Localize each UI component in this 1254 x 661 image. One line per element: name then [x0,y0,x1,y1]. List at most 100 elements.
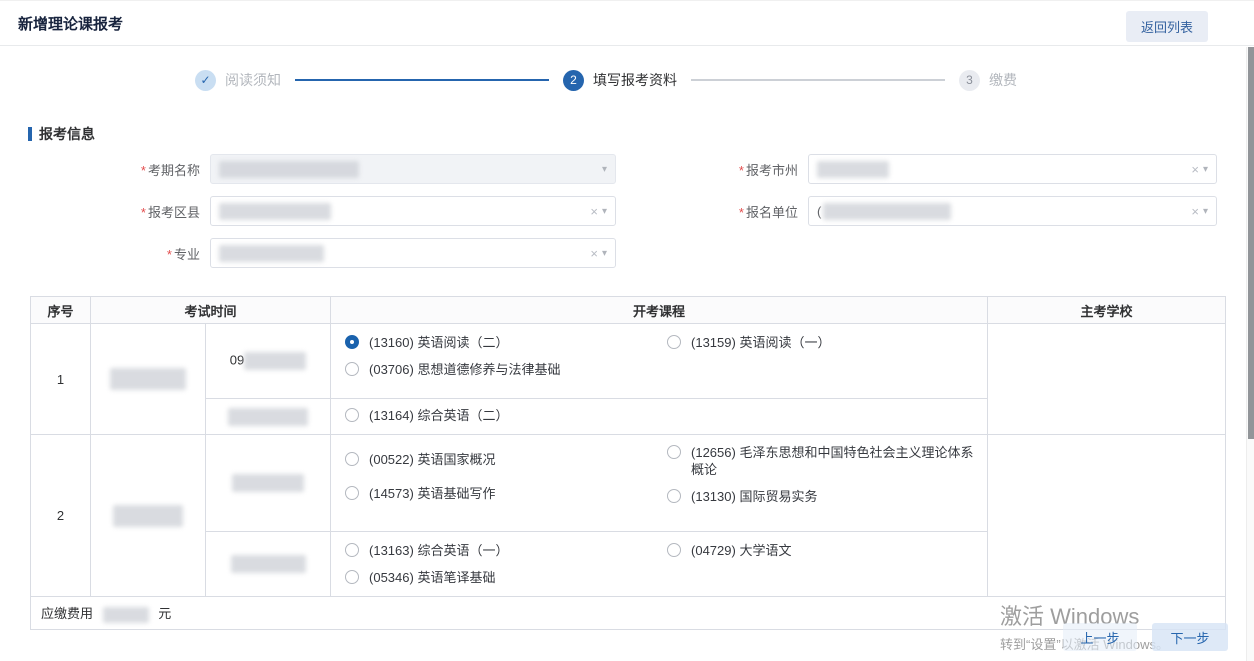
radio-icon[interactable] [345,486,359,500]
step-label: 缴费 [989,70,1017,90]
previous-step-button[interactable]: 上一步 [1063,623,1137,651]
step-label: 填写报考资料 [593,70,677,90]
course-radio-option[interactable]: (13163) 综合英语（一） [343,542,655,559]
course-radio-option[interactable]: (00522) 英语国家概况 [343,451,655,468]
chevron-down-icon: ▾ [602,206,607,217]
row-index: 1 [31,324,91,435]
step-connector-pending [691,79,945,81]
section-title-text: 报考信息 [39,124,95,144]
radio-selected-icon[interactable] [345,335,359,349]
field-exam-period: *考期名称 ▾ [30,154,616,184]
radio-icon[interactable] [345,408,359,422]
fee-label: 应缴费用 [41,606,93,621]
redacted-value [110,368,186,390]
radio-icon[interactable] [345,543,359,557]
course-radio-option[interactable]: (12656) 毛泽东思想和中国特色社会主义理论体系概论 [665,444,975,478]
course-radio-option[interactable]: (13164) 综合英语（二） [343,407,655,424]
clear-icon[interactable]: × [590,204,598,219]
table-row: 2 (00522) 英语国家概况 (14573) 英语基础写作 [31,435,1226,532]
course-radio-option[interactable]: (14573) 英语基础写作 [343,485,655,502]
radio-icon[interactable] [667,489,681,503]
radio-icon[interactable] [667,445,681,459]
redacted-value [823,203,951,220]
district-select[interactable]: ×▾ [210,196,616,226]
course-radio-option[interactable]: (13160) 英语阅读（二） [343,334,655,351]
radio-icon[interactable] [667,543,681,557]
exam-date-cell [91,435,206,597]
clear-icon[interactable]: × [590,246,598,261]
redacted-value [219,245,324,262]
radio-icon[interactable] [345,452,359,466]
city-select[interactable]: ×▾ [808,154,1217,184]
exam-time-cell [206,435,331,532]
clear-icon[interactable]: × [1191,204,1199,219]
back-to-list-button[interactable]: 返回列表 [1126,11,1208,42]
chevron-down-icon: ▾ [1203,164,1208,175]
courses-table: 序号 考试时间 开考课程 主考学校 1 09 (13160) 英语阅读（二） [30,296,1226,630]
stepper: ✓ 阅读须知 2 填写报考资料 3 缴费 [195,68,1017,92]
courses-cell: (13164) 综合英语（二） [331,399,988,435]
col-header-courses: 开考课程 [331,297,988,324]
major-select[interactable]: ×▾ [210,238,616,268]
redacted-value [228,408,308,426]
col-header-index: 序号 [31,297,91,324]
field-label: *专业 [30,244,210,263]
field-major: *专业 ×▾ [30,238,616,268]
step-number-badge: 3 [959,70,980,91]
school-cell [988,324,1226,435]
courses-cell: (13160) 英语阅读（二） (03706) 思想道德修养与法律基础 (131… [331,324,988,399]
chevron-down-icon: ▾ [1203,206,1208,217]
course-radio-option[interactable]: (13130) 国际贸易实务 [665,488,975,505]
topbar: 新增理论课报考 返回列表 [0,1,1254,46]
registration-unit-select[interactable]: ( × ▾ [808,196,1217,226]
vertical-scrollbar[interactable] [1246,47,1254,661]
course-radio-option[interactable]: (03706) 思想道德修养与法律基础 [343,361,655,378]
step-read-notice: ✓ 阅读须知 [195,70,281,91]
value-prefix: ( [817,204,821,219]
wizard-footer: 上一步 下一步 [1063,623,1228,651]
required-asterisk: * [141,163,146,178]
redacted-value [113,505,183,527]
step-payment: 3 缴费 [959,70,1017,91]
field-district: *报考区县 ×▾ [30,196,616,226]
chevron-down-icon: ▾ [602,164,607,175]
redacted-value [232,474,304,492]
course-radio-option[interactable]: (05346) 英语笔译基础 [343,569,655,586]
course-radio-option[interactable]: (13159) 英语阅读（一） [665,334,975,351]
section-registration-info: 报考信息 [28,124,1254,144]
radio-icon[interactable] [345,570,359,584]
required-asterisk: * [739,205,744,220]
redacted-value [219,203,331,220]
redacted-value [244,352,306,370]
field-label: *考期名称 [30,160,210,179]
table-header-row: 序号 考试时间 开考课程 主考学校 [31,297,1226,324]
section-accent-bar [28,127,32,141]
required-asterisk: * [739,163,744,178]
field-label: *报考区县 [30,202,210,221]
courses-cell: (00522) 英语国家概况 (14573) 英语基础写作 (12656) 毛泽… [331,435,988,532]
clear-icon[interactable]: × [1191,162,1199,177]
form-column-right: *报考市州 ×▾ *报名单位 ( ×▾ [640,154,1217,280]
exam-period-select[interactable]: ▾ [210,154,616,184]
radio-icon[interactable] [345,362,359,376]
form-column-left: *考期名称 ▾ *报考区县 ×▾ *专业 ×▾ [30,154,616,280]
scrollbar-thumb[interactable] [1248,47,1254,439]
step-label: 阅读须知 [225,70,281,90]
field-city: *报考市州 ×▾ [640,154,1217,184]
col-header-exam-time: 考试时间 [91,297,331,324]
table-row: 1 09 (13160) 英语阅读（二） (03706) 思想道德修养与法律基础 [31,324,1226,399]
redacted-value [219,161,359,178]
exam-time-cell [206,399,331,435]
page-title: 新增理论课报考 [18,13,123,34]
step-fill-info: 2 填写报考资料 [563,70,677,91]
next-step-button[interactable]: 下一步 [1152,623,1228,651]
course-radio-option[interactable]: (04729) 大学语文 [665,542,975,559]
field-registration-unit: *报名单位 ( × ▾ [640,196,1217,226]
field-label: *报考市州 [640,160,808,179]
radio-icon[interactable] [667,335,681,349]
redacted-value [231,555,306,573]
field-label: *报名单位 [640,202,808,221]
required-asterisk: * [167,247,172,262]
fee-unit: 元 [158,606,171,621]
row-index: 2 [31,435,91,597]
